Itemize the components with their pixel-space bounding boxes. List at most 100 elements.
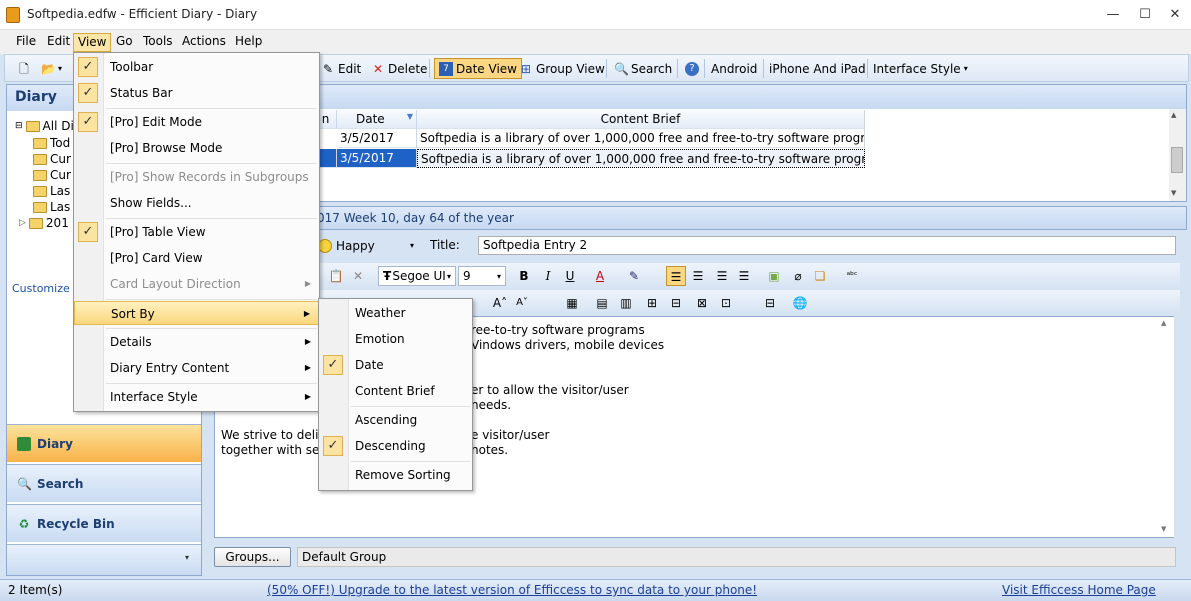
- menu-item-toolbar[interactable]: ✓ Toolbar: [74, 55, 319, 79]
- align-right-icon[interactable]: ☰: [712, 266, 732, 286]
- date-view-button[interactable]: 7 Date View: [434, 58, 522, 79]
- group-view-button[interactable]: ⊞ Group View: [515, 58, 609, 79]
- table-cell-brief[interactable]: Softpedia is a library of over 1,000,000…: [417, 129, 865, 148]
- table-cols-icon[interactable]: ▥: [616, 293, 636, 313]
- column-header-brief[interactable]: Content Brief: [417, 110, 865, 129]
- align-center-icon[interactable]: ☰: [688, 266, 708, 286]
- scroll-up-icon[interactable]: ▲: [1161, 319, 1166, 327]
- spell-check-icon[interactable]: ᵃᵇᶜ: [842, 266, 862, 286]
- menu-separator: [106, 218, 317, 219]
- menu-edit[interactable]: Edit: [43, 33, 74, 52]
- menu-go[interactable]: Go: [112, 33, 137, 52]
- menu-item-interface-style[interactable]: Interface Style ▶: [74, 385, 319, 409]
- tree-item[interactable]: Las: [33, 183, 70, 199]
- tree-item[interactable]: Tod: [33, 135, 70, 151]
- justify-icon[interactable]: ☰: [734, 266, 754, 286]
- new-button[interactable]: 🗋: [13, 58, 35, 79]
- menu-item-status-bar[interactable]: ✓ Status Bar: [74, 81, 319, 105]
- paste-icon[interactable]: 📋: [326, 266, 346, 286]
- attachment-icon[interactable]: ⌀: [788, 266, 808, 286]
- edit-entry-button[interactable]: ✎ Edit: [317, 58, 365, 79]
- grow-font-icon[interactable]: A˄: [490, 293, 510, 313]
- insert-image-icon[interactable]: ▣: [764, 266, 784, 286]
- editor-scrollbar[interactable]: ▲ ▼: [1157, 317, 1174, 537]
- font-color-icon[interactable]: A: [590, 266, 610, 286]
- title-input[interactable]: Softpedia Entry 2: [478, 236, 1176, 255]
- collapse-icon[interactable]: ⊟: [15, 121, 23, 131]
- table-cell-date[interactable]: 3/5/2017: [337, 129, 417, 148]
- column-header-date[interactable]: Date ▼: [337, 110, 417, 129]
- split-cells-icon[interactable]: ⊡: [716, 293, 736, 313]
- insert-link-icon[interactable]: 🌐: [790, 293, 810, 313]
- menu-item-label: Date: [355, 358, 384, 372]
- delete-button[interactable]: ✕ Delete: [367, 58, 431, 79]
- table-rows-icon[interactable]: ▤: [592, 293, 612, 313]
- bold-icon[interactable]: B: [514, 266, 534, 286]
- align-left-icon[interactable]: ☰: [666, 266, 686, 286]
- scroll-up-icon[interactable]: ▲: [1171, 111, 1176, 119]
- customize-link[interactable]: Customize C: [12, 282, 81, 295]
- close-button[interactable]: ✕: [1166, 6, 1184, 24]
- menu-item-details[interactable]: Details ▶: [74, 330, 319, 354]
- menu-item-show-fields[interactable]: Show Fields...: [74, 191, 319, 215]
- menu-item-edit-mode[interactable]: ✓ [Pro] Edit Mode: [74, 110, 319, 134]
- clear-icon[interactable]: ✕: [348, 266, 368, 286]
- delete-row-icon[interactable]: ⊟: [760, 293, 780, 313]
- emotion-select[interactable]: Happy ▾: [318, 236, 414, 255]
- menu-actions[interactable]: Actions: [178, 33, 230, 52]
- nav-search[interactable]: 🔍 Search: [7, 464, 201, 502]
- font-size-select[interactable]: 9 ▾: [458, 266, 506, 286]
- sort-remove[interactable]: Remove Sorting: [319, 463, 472, 487]
- underline-icon[interactable]: U: [560, 266, 580, 286]
- insert-object-icon[interactable]: ❏: [810, 266, 830, 286]
- android-button[interactable]: Android: [707, 58, 761, 79]
- scroll-down-icon[interactable]: ▼: [1171, 189, 1176, 197]
- nav-diary[interactable]: Diary: [7, 424, 201, 462]
- merge-cells-icon[interactable]: ⊠: [692, 293, 712, 313]
- interface-style-button[interactable]: Interface Style ▾: [869, 58, 972, 79]
- groups-button[interactable]: Groups...: [214, 547, 291, 567]
- tree-item[interactable]: Cur: [33, 167, 71, 183]
- scrollbar-thumb[interactable]: [1171, 147, 1183, 173]
- table-cell-date[interactable]: 3/5/2017: [337, 149, 417, 168]
- menu-help[interactable]: Help: [231, 33, 266, 52]
- tree-item[interactable]: Cur: [33, 151, 71, 167]
- shrink-font-icon[interactable]: A˅: [512, 293, 532, 313]
- table-cell-brief[interactable]: Softpedia is a library of over 1,000,000…: [417, 149, 865, 168]
- font-family-select[interactable]: Ŧ Segoe UI ▾: [378, 266, 456, 286]
- home-page-link[interactable]: Visit Efficcess Home Page: [1002, 583, 1156, 597]
- insert-table-icon[interactable]: ▦: [562, 293, 582, 313]
- menu-item-browse-mode[interactable]: [Pro] Browse Mode: [74, 136, 319, 160]
- scroll-down-icon[interactable]: ▼: [1161, 525, 1166, 533]
- maximize-button[interactable]: ☐: [1136, 6, 1154, 24]
- sort-weather[interactable]: Weather: [319, 301, 472, 325]
- sort-ascending[interactable]: Ascending: [319, 408, 472, 432]
- menu-view[interactable]: View: [73, 33, 112, 52]
- menu-item-card-view[interactable]: [Pro] Card View: [74, 246, 319, 270]
- tree-item[interactable]: Las: [33, 199, 70, 215]
- sort-emotion[interactable]: Emotion: [319, 327, 472, 351]
- insert-row-icon[interactable]: ⊞: [642, 293, 662, 313]
- menu-tools[interactable]: Tools: [139, 33, 177, 52]
- open-button[interactable]: 📂 ▾: [37, 58, 66, 79]
- sort-descending[interactable]: ✓ Descending: [319, 434, 472, 458]
- menu-item-sort-by[interactable]: Sort By ▶: [74, 301, 319, 325]
- menu-item-table-view[interactable]: ✓ [Pro] Table View: [74, 220, 319, 244]
- iphone-ipad-button[interactable]: iPhone And iPad: [765, 58, 870, 79]
- grid-scrollbar[interactable]: ▲ ▼: [1169, 109, 1186, 201]
- sort-content-brief[interactable]: Content Brief: [319, 379, 472, 403]
- nav-recycle-bin[interactable]: ♻ Recycle Bin: [7, 504, 201, 542]
- sort-date[interactable]: ✓ Date: [319, 353, 472, 377]
- search-button[interactable]: 🔍 Search: [610, 58, 676, 79]
- expand-arrow-icon[interactable]: ▷: [19, 218, 26, 228]
- help-button[interactable]: ?: [681, 58, 703, 79]
- chevron-down-icon[interactable]: ▾: [185, 553, 189, 562]
- tree-item-year[interactable]: ▷ 201: [19, 215, 69, 231]
- menu-item-entry-content[interactable]: Diary Entry Content ▶: [74, 356, 319, 380]
- menu-file[interactable]: File: [12, 33, 40, 52]
- highlight-icon[interactable]: ✎: [624, 266, 644, 286]
- insert-col-icon[interactable]: ⊟: [666, 293, 686, 313]
- italic-icon[interactable]: I: [538, 266, 558, 286]
- minimize-button[interactable]: —: [1104, 6, 1122, 24]
- upgrade-link[interactable]: (50% OFF!) Upgrade to the latest version…: [267, 583, 757, 597]
